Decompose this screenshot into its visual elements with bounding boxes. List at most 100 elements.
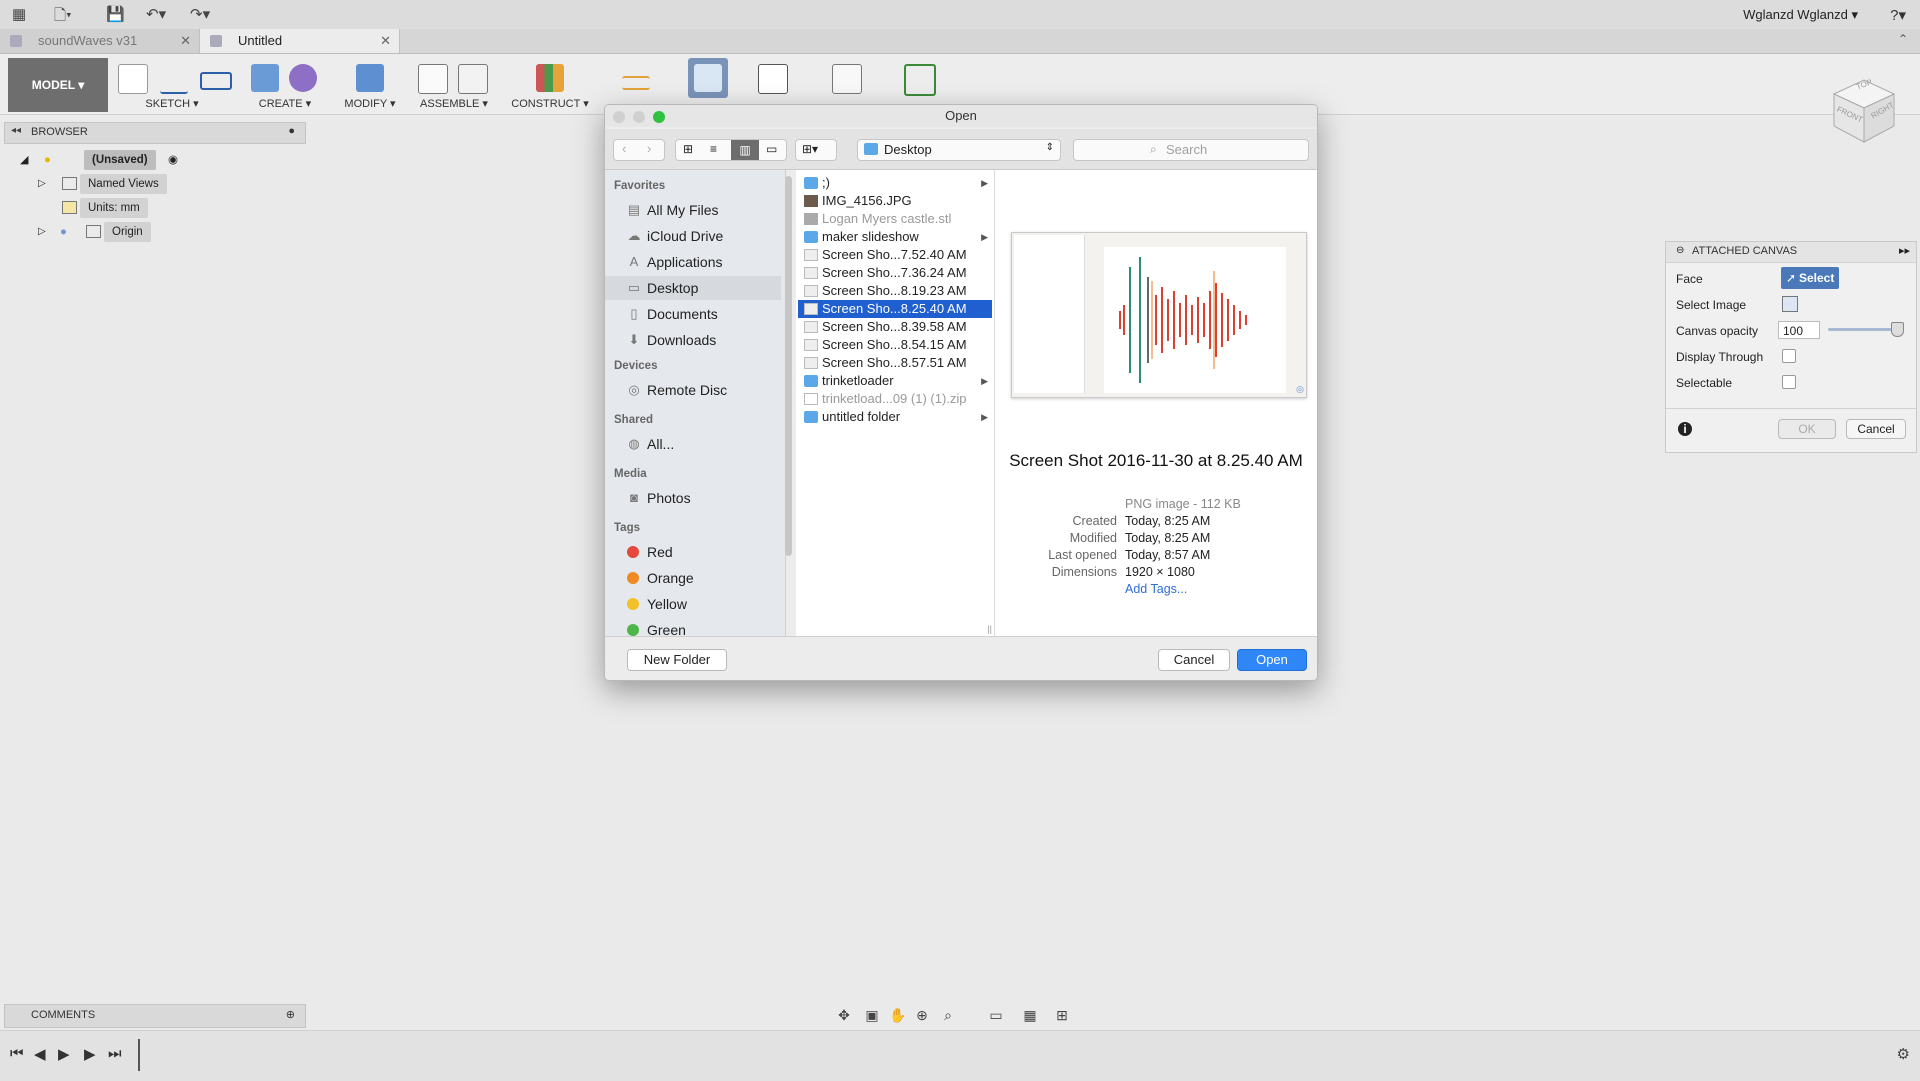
expand-icon[interactable]: ◢ [20, 150, 28, 170]
sidebar-item-applications[interactable]: A Applications [605, 250, 781, 274]
assemble-group[interactable]: ASSEMBLE ▾ [414, 58, 494, 112]
viewcube[interactable]: TOP FRONT RIGHT [1826, 72, 1900, 146]
list-item[interactable]: trinketloader ▶ [798, 372, 992, 390]
collapse-tabs-icon[interactable]: ⌃ [1898, 32, 1908, 46]
back-icon[interactable]: ‹ [622, 141, 626, 156]
orbit-icon[interactable]: ✥ [835, 1006, 853, 1024]
tab-soundwaves[interactable]: soundWaves v31 ✕ [0, 29, 200, 53]
pan-icon[interactable]: ✋ [889, 1006, 907, 1024]
grid-icon[interactable]: ▦ [1021, 1006, 1039, 1024]
location-popup[interactable]: Desktop ⇕ [857, 139, 1061, 161]
lightbulb-icon[interactable]: ● [60, 222, 67, 242]
sidebar-item-desktop[interactable]: ▭ Desktop [605, 276, 781, 300]
scripts-icon[interactable] [832, 64, 862, 94]
info-icon[interactable]: i [1678, 422, 1692, 436]
search-field[interactable]: ⌕ Search [1073, 139, 1309, 161]
list-item[interactable]: Screen Sho...8.54.15 AM [798, 336, 992, 354]
insert-image-icon[interactable] [694, 64, 722, 92]
list-item[interactable]: Screen Sho...7.52.40 AM [798, 246, 992, 264]
extrude-icon[interactable] [251, 64, 279, 92]
last-frame-icon[interactable]: ⏭ [108, 1045, 122, 1062]
redo-icon[interactable]: ↷▾ [190, 5, 210, 23]
rectangle-icon[interactable] [200, 72, 232, 90]
timeline-marker[interactable] [138, 1039, 140, 1071]
minimize-window-button[interactable] [633, 111, 645, 123]
open-button[interactable]: Open [1237, 649, 1307, 671]
sidebar-item-icloud-drive[interactable]: ☁ iCloud Drive [605, 224, 781, 248]
panel-cancel-button[interactable]: Cancel [1846, 419, 1906, 439]
close-icon[interactable]: ✕ [180, 29, 191, 53]
look-at-icon[interactable]: ▣ [863, 1006, 881, 1024]
gear-icon[interactable]: ⚙ [1897, 1045, 1910, 1063]
browser-panel-header[interactable]: ◂◂ BROWSER ● [4, 122, 306, 144]
tab-untitled[interactable]: Untitled ✕ [200, 29, 400, 53]
next-frame-icon[interactable]: ▶ [84, 1045, 96, 1063]
opacity-input[interactable]: 100 [1778, 321, 1820, 339]
list-view-icon[interactable]: ≡ [710, 142, 717, 156]
list-item[interactable]: Screen Sho...8.19.23 AM [798, 282, 992, 300]
insert-group[interactable] [688, 58, 728, 98]
display-settings-icon[interactable]: ▭ [987, 1006, 1005, 1024]
form-icon[interactable] [289, 64, 317, 92]
list-item[interactable]: Screen Sho...8.57.51 AM [798, 354, 992, 372]
sidebar-item-documents[interactable]: ▯ Documents [605, 302, 781, 326]
lightbulb-icon[interactable]: ● [44, 150, 51, 170]
zoom-icon[interactable]: ⊕ [913, 1006, 931, 1024]
close-icon[interactable]: ✕ [380, 29, 391, 53]
create-group[interactable]: CREATE ▾ [245, 58, 325, 112]
new-folder-button[interactable]: New Folder [627, 649, 727, 671]
new-component-icon[interactable] [418, 64, 448, 94]
forward-icon[interactable]: › [647, 141, 651, 156]
select-window-icon[interactable] [904, 64, 936, 96]
sidebar-item-downloads[interactable]: ⬇ Downloads [605, 328, 781, 352]
fit-icon[interactable]: ⌕ [939, 1006, 957, 1024]
expand-icon[interactable]: ▷ [38, 174, 46, 194]
help-icon[interactable]: ?▾ [1890, 6, 1906, 24]
activate-icon[interactable]: ◉ [168, 150, 178, 170]
first-frame-icon[interactable]: ⏮ [10, 1045, 24, 1062]
list-item[interactable]: Screen Sho...8.39.58 AM [798, 318, 992, 336]
sidebar-item-remote-disc[interactable]: ◎ Remote Disc [605, 378, 781, 402]
joint-icon[interactable] [458, 64, 488, 94]
cancel-button[interactable]: Cancel [1158, 649, 1230, 671]
modify-group[interactable]: MODIFY ▾ [340, 58, 400, 112]
list-item[interactable]: untitled folder ▶ [798, 408, 992, 426]
add-tags-link[interactable]: Add Tags... [1125, 582, 1187, 596]
sidebar-item-tag-orange[interactable]: Orange [605, 566, 781, 590]
sidebar-item-tag-green[interactable]: Green [605, 618, 781, 638]
expand-icon[interactable]: ▷ [38, 222, 46, 242]
list-item[interactable]: Screen Sho...7.36.24 AM [798, 264, 992, 282]
select-image-icon[interactable] [1782, 296, 1798, 312]
slider-handle[interactable] [1891, 322, 1904, 337]
list-item[interactable]: Logan Myers castle.stl [798, 210, 992, 228]
expand-panel-icon[interactable]: ▸▸ [1899, 244, 1910, 257]
construct-group[interactable]: CONSTRUCT ▾ [508, 58, 592, 112]
sketch-group[interactable]: SKETCH ▾ [112, 58, 232, 112]
sidebar-item-all-my-files[interactable]: ▤ All My Files [605, 198, 781, 222]
sidebar-item-shared-all[interactable]: ◍ All... [605, 432, 781, 456]
line-icon[interactable] [160, 64, 188, 94]
workspace-model-button[interactable]: MODEL ▾ [8, 58, 108, 112]
display-through-checkbox[interactable] [1782, 349, 1796, 363]
list-item-selected[interactable]: Screen Sho...8.25.40 AM [798, 300, 992, 318]
list-item[interactable]: maker slideshow ▶ [798, 228, 992, 246]
face-select-button[interactable]: ➚ Select [1781, 267, 1839, 289]
sidebar-item-tag-red[interactable]: Red [605, 540, 781, 564]
sidebar-scrollbar[interactable] [785, 176, 792, 556]
list-item[interactable]: IMG_4156.JPG [798, 192, 992, 210]
undo-icon[interactable]: ↶▾ [146, 5, 166, 23]
arrange-button[interactable]: ⊞▾ [795, 139, 837, 161]
collapse-icon[interactable]: ⊖ [1676, 245, 1684, 256]
plane-icon[interactable] [536, 64, 564, 92]
coverflow-view-icon[interactable]: ▭ [766, 142, 777, 156]
close-window-button[interactable] [613, 111, 625, 123]
list-item[interactable]: ;) ▶ [798, 174, 992, 192]
sidebar-item-photos[interactable]: ◙ Photos [605, 486, 781, 510]
add-comment-icon[interactable]: ⊕ [286, 1008, 295, 1021]
user-menu[interactable]: Wglanzd Wglanzd ▾ [1743, 7, 1858, 23]
comments-panel-header[interactable]: COMMENTS ⊕ [4, 1004, 306, 1028]
save-icon[interactable]: 💾 [106, 5, 125, 23]
pin-icon[interactable]: ● [288, 125, 295, 137]
column-resize-handle[interactable]: || [987, 624, 992, 634]
file-menu-icon[interactable]: 🗋▾ [54, 5, 72, 30]
